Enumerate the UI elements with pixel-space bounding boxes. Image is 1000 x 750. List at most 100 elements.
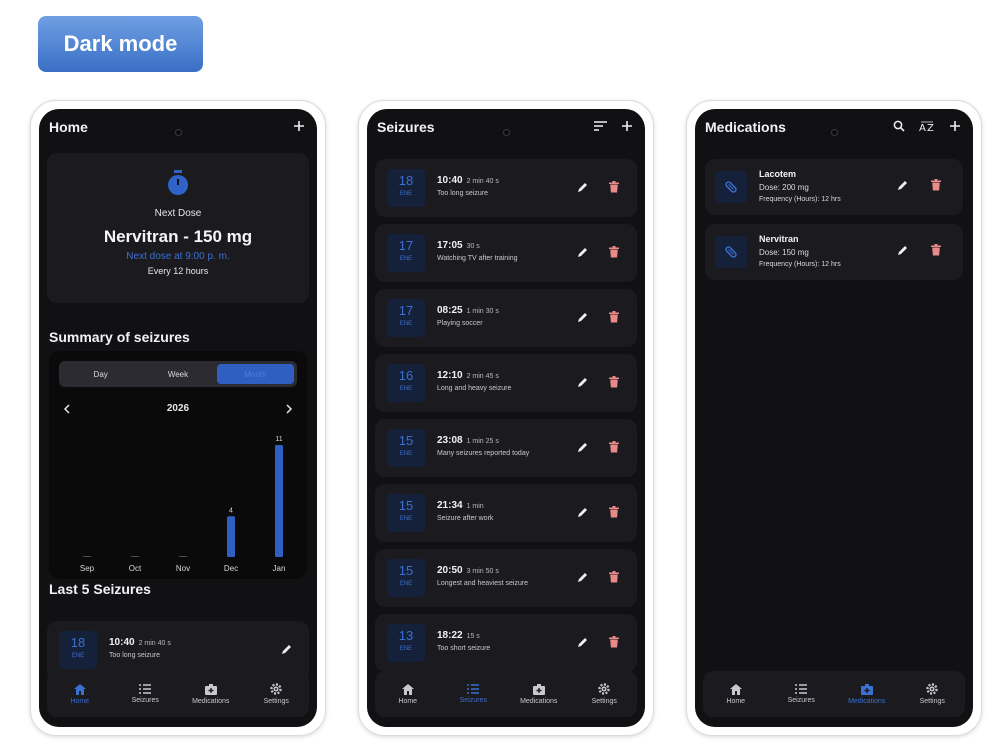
edit-icon[interactable] xyxy=(577,636,589,648)
seizure-desc: Playing soccer xyxy=(437,320,483,327)
edit-icon[interactable] xyxy=(897,244,909,256)
edit-icon[interactable] xyxy=(577,376,589,388)
seizure-list-item[interactable]: 17 ENE 17:05 30 s Watching TV after training xyxy=(375,224,637,282)
seizure-time: 17:05 xyxy=(437,240,463,251)
medical-bag-icon xyxy=(860,683,873,695)
nav-home[interactable]: Home xyxy=(703,671,769,717)
date-box: 16 ENE xyxy=(387,364,425,402)
edit-icon[interactable] xyxy=(897,179,909,191)
seizures-topbar: Seizures xyxy=(367,109,645,143)
delete-icon[interactable] xyxy=(609,376,619,388)
delete-icon[interactable] xyxy=(931,244,941,256)
nav-settings[interactable]: Settings xyxy=(900,671,966,717)
delete-icon[interactable] xyxy=(609,181,619,193)
timer-icon xyxy=(165,169,191,197)
seizure-list-item[interactable]: 15 ENE 20:50 3 min 50 s Longest and heaviest… xyxy=(375,549,637,607)
segment-week[interactable]: Week xyxy=(139,364,216,384)
seizure-time: 18:22 xyxy=(437,630,463,641)
delete-icon[interactable] xyxy=(609,506,619,518)
add-icon[interactable] xyxy=(293,120,305,132)
date-day: 17 xyxy=(398,238,414,253)
nav-settings[interactable]: Settings xyxy=(244,671,310,717)
bottom-nav: Home Seizures Medications Settings xyxy=(47,671,309,717)
seizure-list-item[interactable]: 16 ENE 12:10 2 min 45 s Long and heavy seizu… xyxy=(375,354,637,412)
edit-icon[interactable] xyxy=(577,311,589,323)
chart-x-tick-label: Jan xyxy=(273,564,286,573)
add-icon[interactable] xyxy=(621,120,633,132)
nav-home[interactable]: Home xyxy=(375,671,441,717)
seizure-desc: Longest and heaviest seizure xyxy=(437,580,529,587)
seizure-list-item[interactable]: 15 ENE 23:08 1 min 25 s Many seizures report… xyxy=(375,419,637,477)
gear-icon xyxy=(598,683,610,695)
delete-icon[interactable] xyxy=(609,246,619,258)
medical-bag-icon xyxy=(532,683,545,695)
medication-list-item[interactable]: Lacotem Dose: 200 mg Frequency (Hours): 12… xyxy=(705,159,963,215)
pill-icon xyxy=(715,171,747,203)
seizure-list-item[interactable]: 17 ENE 08:25 1 min 30 s Playing soccer xyxy=(375,289,637,347)
date-box: 15 ENE xyxy=(387,559,425,597)
segment-day[interactable]: Day xyxy=(62,364,139,384)
seizure-duration: 2 min 45 s xyxy=(466,373,499,380)
chart-bar xyxy=(227,516,235,557)
edit-icon[interactable] xyxy=(577,246,589,258)
nav-home-label: Home xyxy=(398,697,418,705)
seizures-screen: Seizures 18 ENE 10:40 2 min 40 s Too long se… xyxy=(367,109,645,727)
date-box: 17 ENE xyxy=(387,234,425,272)
chart-x-tick-label: Sep xyxy=(80,564,95,573)
chart-x-tick-label: Nov xyxy=(176,564,190,573)
delete-icon[interactable] xyxy=(609,571,619,583)
sort-az-icon[interactable]: AZ xyxy=(919,120,935,132)
nav-home-label: Home xyxy=(70,697,90,705)
delete-icon[interactable] xyxy=(609,636,619,648)
segment-month[interactable]: Month xyxy=(216,364,294,384)
add-icon[interactable] xyxy=(949,120,961,132)
delete-icon[interactable] xyxy=(609,441,619,453)
nav-medications[interactable]: Medications xyxy=(834,671,900,717)
nav-settings[interactable]: Settings xyxy=(572,671,638,717)
nav-seizures[interactable]: Seizures xyxy=(113,671,179,717)
date-day: 15 xyxy=(398,433,414,448)
seizure-list-item[interactable]: 15 ENE 21:34 1 min Seizure after work xyxy=(375,484,637,542)
edit-icon[interactable] xyxy=(577,441,589,453)
list-icon xyxy=(139,684,152,694)
nav-medications[interactable]: Medications xyxy=(178,671,244,717)
date-month: ENE xyxy=(399,256,413,262)
next-dose-card: Next Dose Nervitran - 150 mg Next dose a… xyxy=(47,153,309,303)
seizure-time: 10:40 xyxy=(109,637,135,648)
edit-icon[interactable] xyxy=(577,506,589,518)
chevron-right-icon[interactable] xyxy=(285,403,293,414)
nav-seizures[interactable]: Seizures xyxy=(769,671,835,717)
medications-screen: Medications AZ Lacotem Dose: 200 mg Freque… xyxy=(695,109,973,727)
date-day: 13 xyxy=(398,628,414,643)
date-day: 15 xyxy=(398,563,414,578)
nav-medications-label: Medications xyxy=(848,697,886,705)
seizure-duration: 1 min 30 s xyxy=(466,308,499,315)
seizure-list-item[interactable]: 18 ENE 10:40 2 min 40 s Too long seizure xyxy=(375,159,637,217)
next-dose-time: Next dose at 9:00 p. m. xyxy=(126,251,230,262)
bottom-nav: Home Seizures Medications Settings xyxy=(375,671,637,717)
nav-medications-label: Medications xyxy=(192,697,230,705)
seizure-desc: Too long seizure xyxy=(437,190,488,197)
phone-seizures: Seizures 18 ENE 10:40 2 min 40 s Too long se… xyxy=(358,100,654,736)
medication-name: Lacotem xyxy=(759,169,797,179)
nav-medications[interactable]: Medications xyxy=(506,671,572,717)
medication-list-item[interactable]: Nervitran Dose: 150 mg Frequency (Hours): … xyxy=(705,224,963,280)
svg-text:A: A xyxy=(919,123,926,132)
nav-seizures[interactable]: Seizures xyxy=(441,671,507,717)
chevron-left-icon[interactable] xyxy=(63,403,71,414)
search-icon[interactable] xyxy=(893,120,905,132)
edit-icon[interactable] xyxy=(577,181,589,193)
gear-icon xyxy=(926,683,938,695)
medication-name: Nervitran xyxy=(759,234,799,244)
sort-icon[interactable] xyxy=(594,121,607,131)
edit-icon[interactable] xyxy=(577,571,589,583)
delete-icon[interactable] xyxy=(931,179,941,191)
seizure-list-item[interactable]: 13 ENE 18:22 15 s Too short seizure xyxy=(375,614,637,672)
edit-icon[interactable] xyxy=(281,643,293,655)
nav-settings-label: Settings xyxy=(263,698,289,705)
seizure-desc: Many seizures reported today xyxy=(437,450,530,457)
delete-icon[interactable] xyxy=(609,311,619,323)
nav-home[interactable]: Home xyxy=(47,671,113,717)
date-day: 16 xyxy=(398,368,414,383)
phone-medications: Medications AZ Lacotem Dose: 200 mg Freque… xyxy=(686,100,982,736)
